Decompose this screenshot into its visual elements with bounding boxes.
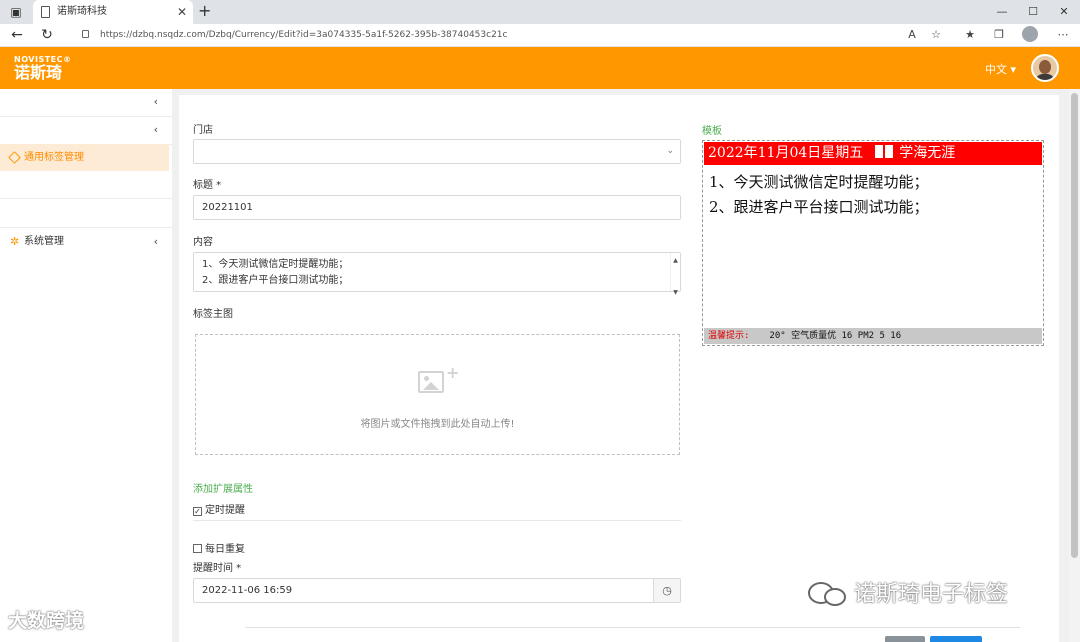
- chevron-left-icon[interactable]: ‹: [154, 123, 158, 136]
- avatar-face: [1039, 60, 1051, 74]
- address-bar: ← ↻ https://dzbq.nsqdz.com/Dzbq/Currency…: [0, 24, 1080, 47]
- page-scrollbar[interactable]: [1069, 89, 1080, 642]
- sidebar-item-label: 通用标签管理: [24, 152, 84, 163]
- close-window-button[interactable]: ✕: [1049, 0, 1079, 24]
- watermark-right: 诺斯琦电子标签: [808, 576, 1008, 608]
- clock-icon[interactable]: ◷: [653, 579, 680, 602]
- preview-footer-warm: 温馨提示:: [708, 331, 750, 341]
- reminder-time-value: 2022-11-06 16:59: [202, 585, 293, 596]
- tab-actions-icon[interactable]: ▣: [8, 4, 24, 20]
- image-upload-dropzone[interactable]: + 将图片或文件拖拽到此处自动上传!: [195, 334, 680, 455]
- app-header: NOVISTEC® 诺斯琦 中文 ▾: [0, 47, 1080, 89]
- chevron-down-icon: ⌄: [666, 146, 674, 156]
- timed-reminder-row[interactable]: ✓ 定时提醒: [193, 501, 245, 516]
- sidebar-group-row[interactable]: ‹: [0, 117, 172, 145]
- gear-icon: ✲: [10, 235, 20, 248]
- logo-cn: 诺斯琦: [14, 63, 63, 82]
- title-input[interactable]: 20221101: [193, 195, 681, 220]
- refresh-icon[interactable]: ↻: [38, 26, 56, 44]
- title-input-value: 20221101: [202, 202, 253, 213]
- url-text: https://dzbq.nsqdz.com/Dzbq/Currency/Edi…: [100, 30, 508, 40]
- textarea-scrollbar[interactable]: ▲ ▼: [670, 253, 680, 296]
- preview-line: 2、跟进客户平台接口测试功能；: [709, 198, 929, 216]
- sidebar: ‹ ‹ 通用标签管理 ✲ 系统管理 ‹: [0, 89, 172, 642]
- divider: [193, 520, 681, 521]
- sidebar-collapse-row[interactable]: ‹: [0, 89, 172, 117]
- maximize-button[interactable]: ☐: [1018, 0, 1048, 24]
- minimize-button[interactable]: —: [987, 0, 1017, 24]
- reminder-time-label: 提醒时间 *: [193, 563, 242, 574]
- image-icon: [418, 371, 444, 393]
- sidebar-item-system[interactable]: ✲ 系统管理 ‹: [0, 227, 172, 255]
- preview-footer: 温馨提示: 20° 空气质量优 16 PM2 5 16: [704, 328, 1042, 344]
- ext-attributes-title[interactable]: 添加扩展属性: [193, 480, 253, 495]
- language-selector[interactable]: 中文 ▾: [985, 61, 1016, 77]
- browser-tab-bar: ▣ 诺斯琦科技 ✕ + — ☐ ✕: [0, 0, 1080, 24]
- daily-repeat-checkbox[interactable]: [193, 544, 202, 553]
- content-line: 2、跟进客户平台接口测试功能；: [202, 275, 349, 286]
- image-icon-sun: [424, 376, 429, 381]
- preview-motto: 学海无涯: [899, 145, 956, 161]
- wechat-icon: [808, 580, 848, 606]
- upload-hint: 将图片或文件拖拽到此处自动上传!: [360, 419, 515, 430]
- content-line: 1、今天测试微信定时提醒功能；: [202, 259, 349, 270]
- watermark-left: 大数跨境: [8, 610, 85, 632]
- user-avatar[interactable]: [1031, 54, 1059, 82]
- watermark-right-text: 诺斯琦电子标签: [854, 582, 1009, 607]
- book-icon: [875, 145, 894, 158]
- favorite-add-icon[interactable]: ☆: [928, 27, 944, 43]
- daily-repeat-row[interactable]: 每日重复: [193, 540, 245, 555]
- content-label: 内容: [193, 237, 213, 248]
- page-icon: [41, 6, 50, 18]
- preview-header: 2022年11月04日星期五 学海无涯: [704, 142, 1042, 165]
- store-label: 门店: [193, 125, 213, 136]
- scrollbar-thumb[interactable]: [1071, 93, 1078, 558]
- preview-date: 2022年11月04日星期五: [708, 145, 864, 161]
- image-label: 标签主图: [193, 309, 233, 320]
- reminder-time-input[interactable]: 2022-11-06 16:59 ◷: [193, 578, 681, 603]
- sidebar-item-label: 系统管理: [24, 236, 64, 247]
- read-aloud-icon[interactable]: A: [904, 27, 920, 43]
- timed-reminder-checkbox[interactable]: ✓: [193, 507, 202, 516]
- lock-icon: [82, 30, 89, 38]
- tab-close-icon[interactable]: ✕: [177, 0, 187, 24]
- chevron-left-icon[interactable]: ‹: [154, 228, 158, 256]
- image-icon-mountain: [423, 382, 439, 390]
- sidebar-spacer: [0, 171, 172, 199]
- more-icon[interactable]: ⋯: [1055, 27, 1071, 43]
- timed-reminder-label: 定时提醒: [205, 505, 245, 516]
- title-label: 标题 *: [193, 180, 222, 191]
- save-button[interactable]: [930, 636, 982, 642]
- collections-icon[interactable]: ❐: [991, 27, 1007, 43]
- browser-tab[interactable]: 诺斯琦科技 ✕: [33, 0, 193, 24]
- preview-line: 1、今天测试微信定时提醒功能；: [709, 173, 929, 191]
- content-textarea[interactable]: 1、今天测试微信定时提醒功能； 2、跟进客户平台接口测试功能； ▲ ▼: [193, 252, 681, 296]
- store-select[interactable]: ⌄: [193, 139, 681, 164]
- footer-divider: [245, 627, 1020, 628]
- tab-title: 诺斯琦科技: [57, 6, 107, 17]
- label-preview: 2022年11月04日星期五 学海无涯 1、今天测试微信定时提醒功能； 2、跟进客…: [702, 140, 1044, 346]
- back-icon[interactable]: ←: [8, 26, 26, 44]
- new-tab-button[interactable]: +: [198, 0, 211, 22]
- url-field[interactable]: https://dzbq.nsqdz.com/Dzbq/Currency/Edi…: [70, 26, 950, 44]
- favorites-icon[interactable]: ★: [962, 27, 978, 43]
- plus-icon: +: [446, 363, 460, 382]
- preview-footer-info: 20° 空气质量优 16 PM2 5 16: [769, 331, 902, 341]
- logo: NOVISTEC® 诺斯琦: [14, 55, 72, 82]
- template-label: 模板: [702, 126, 722, 137]
- tag-icon: [8, 151, 21, 164]
- chevron-left-icon[interactable]: ‹: [154, 95, 158, 108]
- daily-repeat-label: 每日重复: [205, 544, 245, 555]
- sidebar-item-tag-management[interactable]: 通用标签管理: [0, 144, 169, 171]
- cancel-button[interactable]: [885, 636, 925, 642]
- browser-profile-icon[interactable]: [1022, 26, 1038, 42]
